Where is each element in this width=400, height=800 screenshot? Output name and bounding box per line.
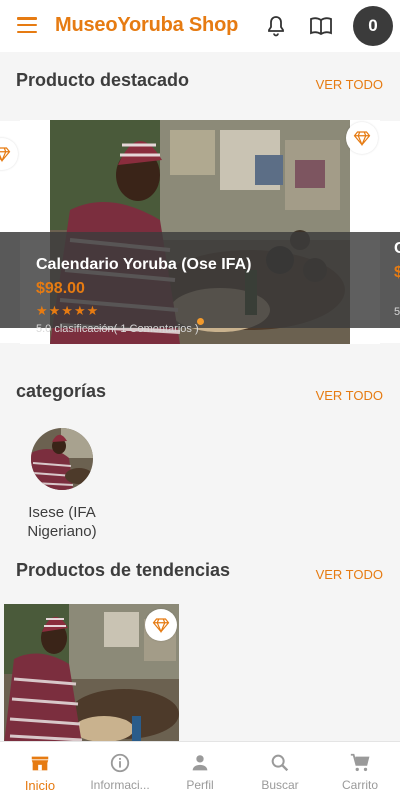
nav-item-perfil[interactable]: Perfil bbox=[160, 742, 240, 800]
nav-item-informacion[interactable]: Informaci... bbox=[80, 742, 160, 800]
category-label: Isese (IFA Nigeriano) bbox=[27, 504, 97, 540]
search-icon bbox=[271, 754, 289, 772]
nav-label: Buscar bbox=[261, 778, 299, 792]
category-item[interactable]: Isese (IFA Nigeriano) bbox=[16, 428, 108, 541]
featured-see-all-link[interactable]: VER TODO bbox=[316, 77, 383, 92]
nav-label: Inicio bbox=[24, 778, 56, 793]
featured-product-card[interactable]: Calendario Yoruba (Ose IFA) $98.00 ★★★★★… bbox=[20, 120, 380, 344]
info-icon bbox=[110, 753, 130, 773]
cart-count-badge[interactable]: 0 bbox=[353, 6, 393, 46]
trending-see-all-link[interactable]: VER TODO bbox=[316, 567, 383, 582]
featured-product-rating-text: 5.0 clasificación( 1 Comentarios ) bbox=[36, 323, 199, 335]
bell-icon[interactable] bbox=[264, 14, 288, 38]
categories-section-title: categorías bbox=[16, 381, 107, 401]
nav-label: Informaci... bbox=[90, 778, 150, 792]
next-card-name: C bbox=[394, 240, 400, 257]
app-root: MuseoYoruba Shop 0 Producto destacado VE… bbox=[0, 0, 400, 800]
featured-product-price: $98.00 bbox=[36, 280, 85, 297]
app-header: MuseoYoruba Shop 0 bbox=[0, 0, 400, 52]
category-image bbox=[31, 428, 93, 490]
nav-item-carrito[interactable]: Carrito bbox=[320, 742, 400, 800]
diamond-icon[interactable] bbox=[346, 122, 378, 154]
nav-item-inicio[interactable]: Inicio bbox=[0, 742, 80, 800]
carousel-page-indicator bbox=[197, 318, 204, 325]
diamond-icon[interactable] bbox=[145, 609, 177, 641]
next-card-rating: 5 bbox=[394, 306, 400, 318]
categories-see-all-link[interactable]: VER TODO bbox=[316, 388, 383, 403]
cart-icon bbox=[350, 753, 370, 772]
featured-section-title: Producto destacado bbox=[16, 70, 190, 90]
book-icon[interactable] bbox=[309, 14, 333, 38]
trending-product-card[interactable] bbox=[4, 604, 179, 744]
nav-label: Perfil bbox=[186, 778, 214, 792]
carousel-prev-card-overlay bbox=[0, 232, 20, 328]
nav-item-buscar[interactable]: Buscar bbox=[240, 742, 320, 800]
store-icon bbox=[31, 756, 49, 771]
featured-product-stars: ★★★★★ bbox=[36, 303, 100, 318]
app-title: MuseoYoruba Shop bbox=[55, 14, 239, 36]
bottom-navigation: Inicio Informaci... Perfil Buscar Carrit… bbox=[0, 741, 400, 800]
nav-label: Carrito bbox=[341, 778, 378, 792]
person-icon bbox=[192, 755, 208, 771]
featured-product-name: Calendario Yoruba (Ose IFA) bbox=[36, 256, 252, 273]
trending-section-title: Productos de tendencias bbox=[16, 560, 231, 580]
next-card-price: $ bbox=[394, 264, 400, 281]
carousel-next-card-overlay: C $ 5 bbox=[380, 232, 400, 328]
menu-icon[interactable] bbox=[17, 17, 37, 33]
